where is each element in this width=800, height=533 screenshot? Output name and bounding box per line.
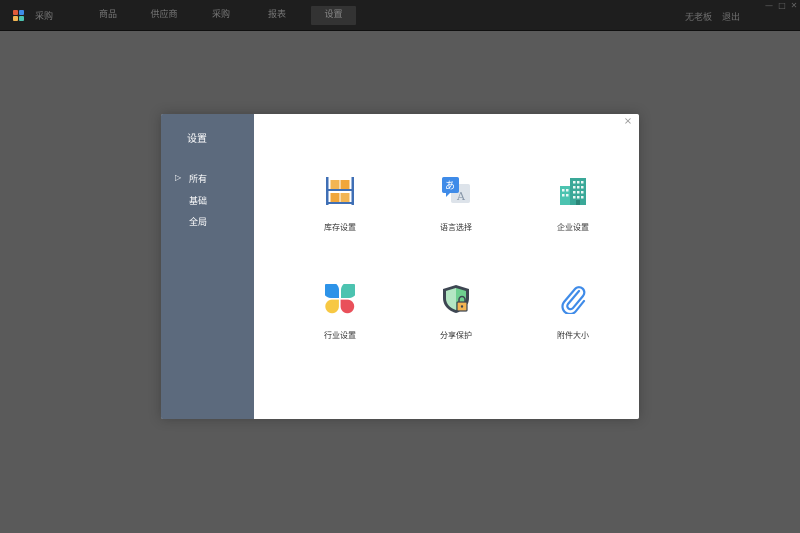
tab-reports[interactable]: 报表	[259, 6, 295, 25]
user-name[interactable]: 无老板	[685, 10, 712, 23]
sidebar-item-global[interactable]: 全局	[189, 215, 207, 228]
tile-language-select[interactable]: あ A 语言选择	[416, 176, 496, 256]
warehouse-shelf-icon	[326, 177, 354, 205]
tile-label: 库存设置	[324, 223, 356, 232]
app-logo-icon	[13, 10, 24, 21]
sidebar-title: 设置	[187, 134, 207, 145]
office-building-icon	[560, 178, 586, 205]
tile-industry-settings[interactable]: 行业设置	[300, 284, 380, 364]
tile-enterprise-settings[interactable]: 企业设置	[533, 176, 613, 256]
tile-label: 企业设置	[557, 223, 589, 232]
tile-share-protection[interactable]: 分享保护	[416, 284, 496, 364]
app-name: 采购	[35, 12, 54, 22]
tab-products[interactable]: 商品	[90, 6, 126, 25]
tab-purchase[interactable]: 采购	[203, 6, 239, 25]
close-dialog-button[interactable]: ×	[623, 117, 633, 127]
settings-dialog: 设置 ▷ 所有 基础 全局 × 库存设置 あ A 语言选择 企业设置 行业设置 …	[161, 114, 639, 419]
selected-marker-icon: ▷	[175, 173, 182, 182]
close-window-button[interactable]: ✕	[789, 1, 799, 11]
top-bar: 采购 商品 供应商 采购 报表 设置 无老板 退出 — □ ✕	[0, 0, 800, 31]
translate-icon: あ A	[442, 177, 470, 203]
logout-link[interactable]: 退出	[722, 10, 740, 23]
tile-label: 附件大小	[557, 331, 589, 340]
tile-label: 语言选择	[440, 223, 472, 232]
svg-text:A: A	[456, 190, 466, 203]
minimize-button[interactable]: —	[764, 1, 774, 11]
settings-sidebar: 设置 ▷ 所有 基础 全局	[161, 114, 254, 419]
paperclip-icon	[561, 286, 586, 314]
svg-text:あ: あ	[445, 180, 455, 192]
tile-label: 行业设置	[324, 331, 356, 340]
shield-lock-icon	[443, 285, 469, 313]
tile-attachment-size[interactable]: 附件大小	[533, 284, 613, 364]
sidebar-item-all[interactable]: 所有	[189, 172, 207, 185]
tile-inventory-settings[interactable]: 库存设置	[300, 176, 380, 256]
industry-petals-icon	[325, 284, 355, 314]
sidebar-item-basic[interactable]: 基础	[189, 194, 207, 207]
tab-settings[interactable]: 设置	[311, 6, 356, 25]
tab-suppliers[interactable]: 供应商	[144, 6, 184, 25]
maximize-button[interactable]: □	[777, 1, 787, 11]
tile-label: 分享保护	[440, 331, 472, 340]
